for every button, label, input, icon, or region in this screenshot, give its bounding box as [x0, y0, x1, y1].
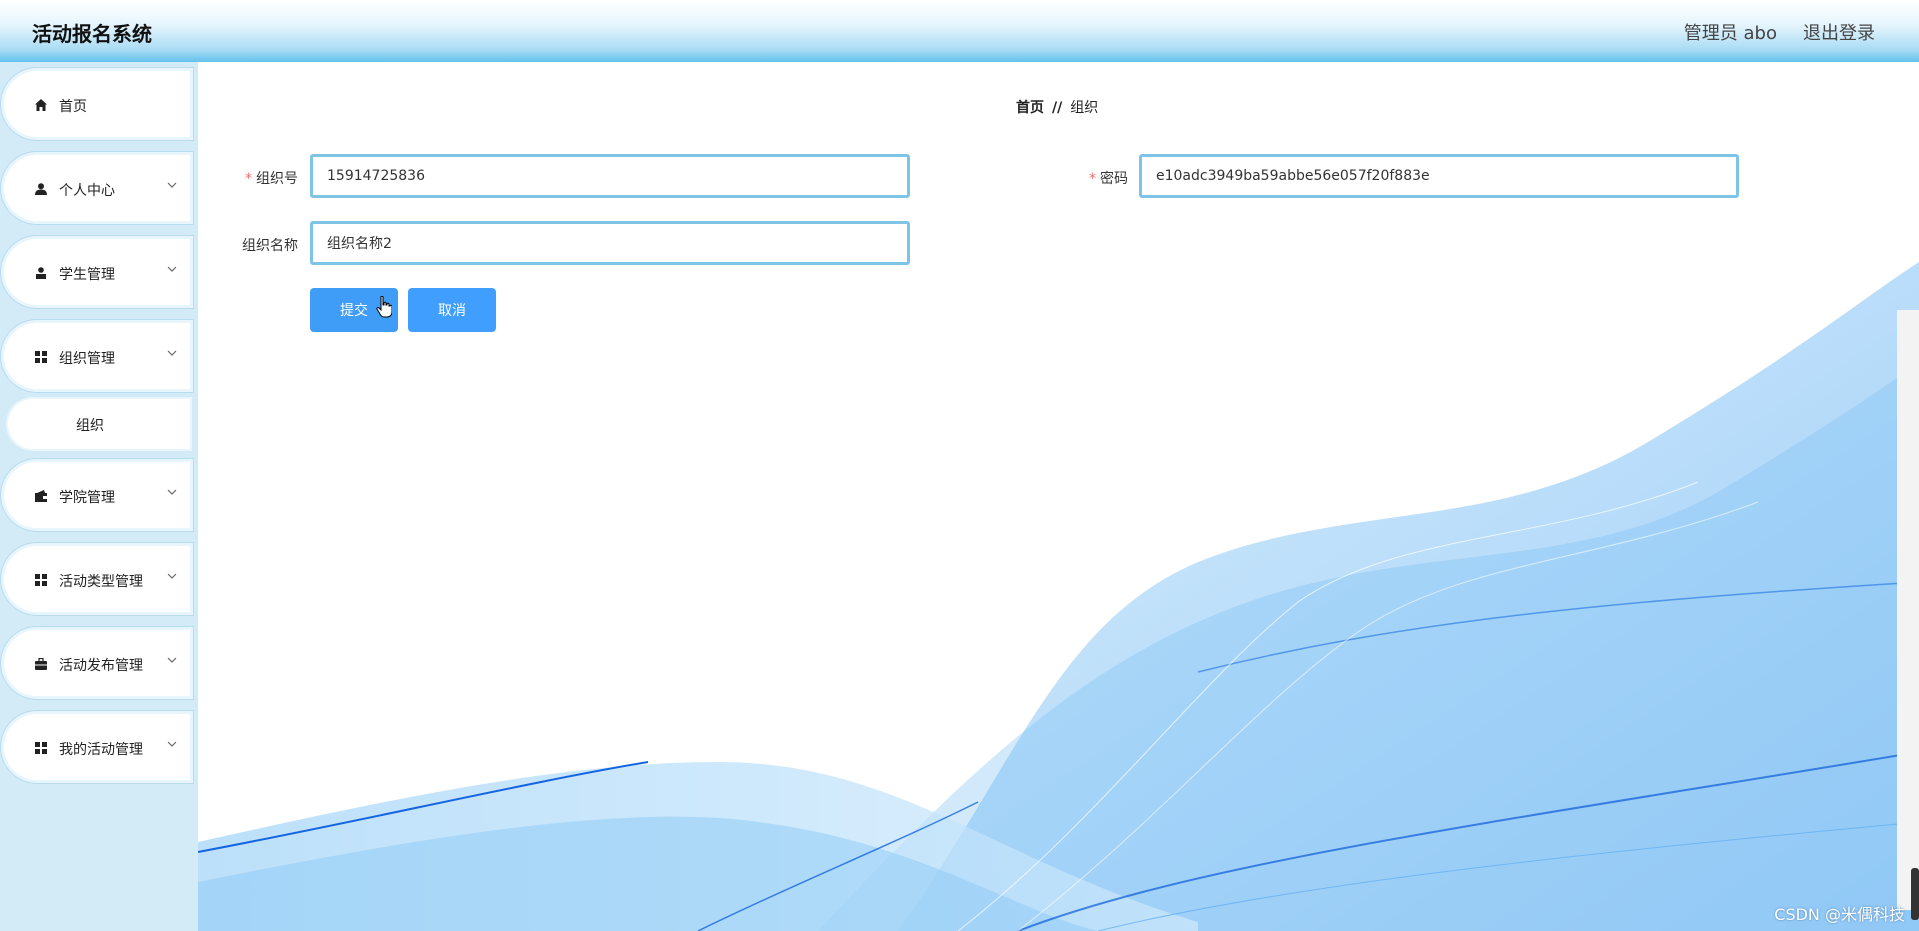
chevron-down-icon	[167, 741, 177, 747]
password-input[interactable]	[1139, 154, 1739, 198]
org-no-label: * 组织号	[242, 168, 298, 188]
password-label: * 密码	[1068, 168, 1128, 188]
sidebar-item-my-activity-management[interactable]: 我的活动管理	[4, 714, 190, 780]
sidebar-item-activity-type-management[interactable]: 活动类型管理	[4, 546, 190, 612]
breadcrumb-separator: //	[1052, 100, 1063, 116]
org-name-label: 组织名称	[242, 238, 298, 254]
chevron-down-icon	[167, 266, 177, 272]
chevron-down-icon	[167, 182, 177, 188]
watermark: CSDN @米偶科技	[1774, 905, 1905, 924]
sidebar-item-student-management[interactable]: 学生管理	[4, 239, 190, 305]
required-mark: *	[245, 171, 252, 187]
sidebar-item-label: 个人中心	[59, 183, 115, 199]
sidebar-item-label: 我的活动管理	[59, 742, 143, 758]
home-icon	[34, 98, 48, 112]
org-name-input[interactable]	[310, 221, 910, 265]
sidebar: 首页 个人中心 学生管理 组织管理 组织 学院管理 活动类型管理 活动发布管理 …	[0, 62, 198, 931]
org-no-label-text: 组织号	[256, 171, 298, 187]
student-icon	[34, 266, 48, 280]
cancel-button[interactable]: 取消	[408, 288, 496, 332]
sidebar-item-org-management[interactable]: 组织管理	[4, 323, 190, 389]
chevron-down-icon	[167, 657, 177, 663]
chevron-down-icon	[167, 489, 177, 495]
logout-link[interactable]: 退出登录	[1803, 19, 1875, 45]
sidebar-item-personal-center[interactable]: 个人中心	[4, 155, 190, 221]
sidebar-item-label: 首页	[59, 99, 87, 115]
sidebar-item-label: 活动发布管理	[59, 658, 143, 674]
required-mark: *	[1089, 171, 1096, 187]
wallet-icon	[34, 489, 48, 503]
breadcrumb: 首页 // 组织	[1016, 97, 1098, 117]
breadcrumb-current: 组织	[1070, 100, 1099, 116]
grid-icon	[34, 573, 48, 587]
sidebar-item-home[interactable]: 首页	[4, 71, 190, 137]
grid-icon	[34, 350, 48, 364]
breadcrumb-home[interactable]: 首页	[1016, 100, 1044, 116]
sidebar-subitem-label: 组织	[76, 418, 104, 434]
grid-icon	[34, 741, 48, 755]
sidebar-subitem-org[interactable]: 组织	[8, 399, 190, 449]
app-title: 活动报名系统	[32, 22, 152, 46]
password-label-text: 密码	[1100, 171, 1128, 187]
hand-cursor-icon	[376, 296, 392, 318]
sidebar-item-label: 活动类型管理	[59, 574, 143, 590]
chevron-down-icon	[167, 350, 177, 356]
sidebar-item-label: 学院管理	[59, 490, 115, 506]
sidebar-item-label: 组织管理	[59, 351, 115, 367]
sidebar-item-college-management[interactable]: 学院管理	[4, 462, 190, 528]
sidebar-item-label: 学生管理	[59, 267, 115, 283]
current-user-label: 管理员 abo	[1683, 23, 1777, 44]
top-header: 活动报名系统 管理员 abo 退出登录	[0, 0, 1919, 62]
chevron-down-icon	[167, 573, 177, 579]
page-edge	[1897, 310, 1919, 910]
user-icon	[34, 182, 48, 196]
briefcase-icon	[34, 657, 48, 671]
scrollbar-thumb[interactable]	[1911, 868, 1919, 920]
main-content: 首页//组织 *组织号 *密码 组织名称 提交 取消 CSDN @米偶科技	[198, 62, 1919, 931]
sidebar-item-activity-publish-management[interactable]: 活动发布管理	[4, 630, 190, 696]
org-no-input[interactable]	[310, 154, 910, 198]
